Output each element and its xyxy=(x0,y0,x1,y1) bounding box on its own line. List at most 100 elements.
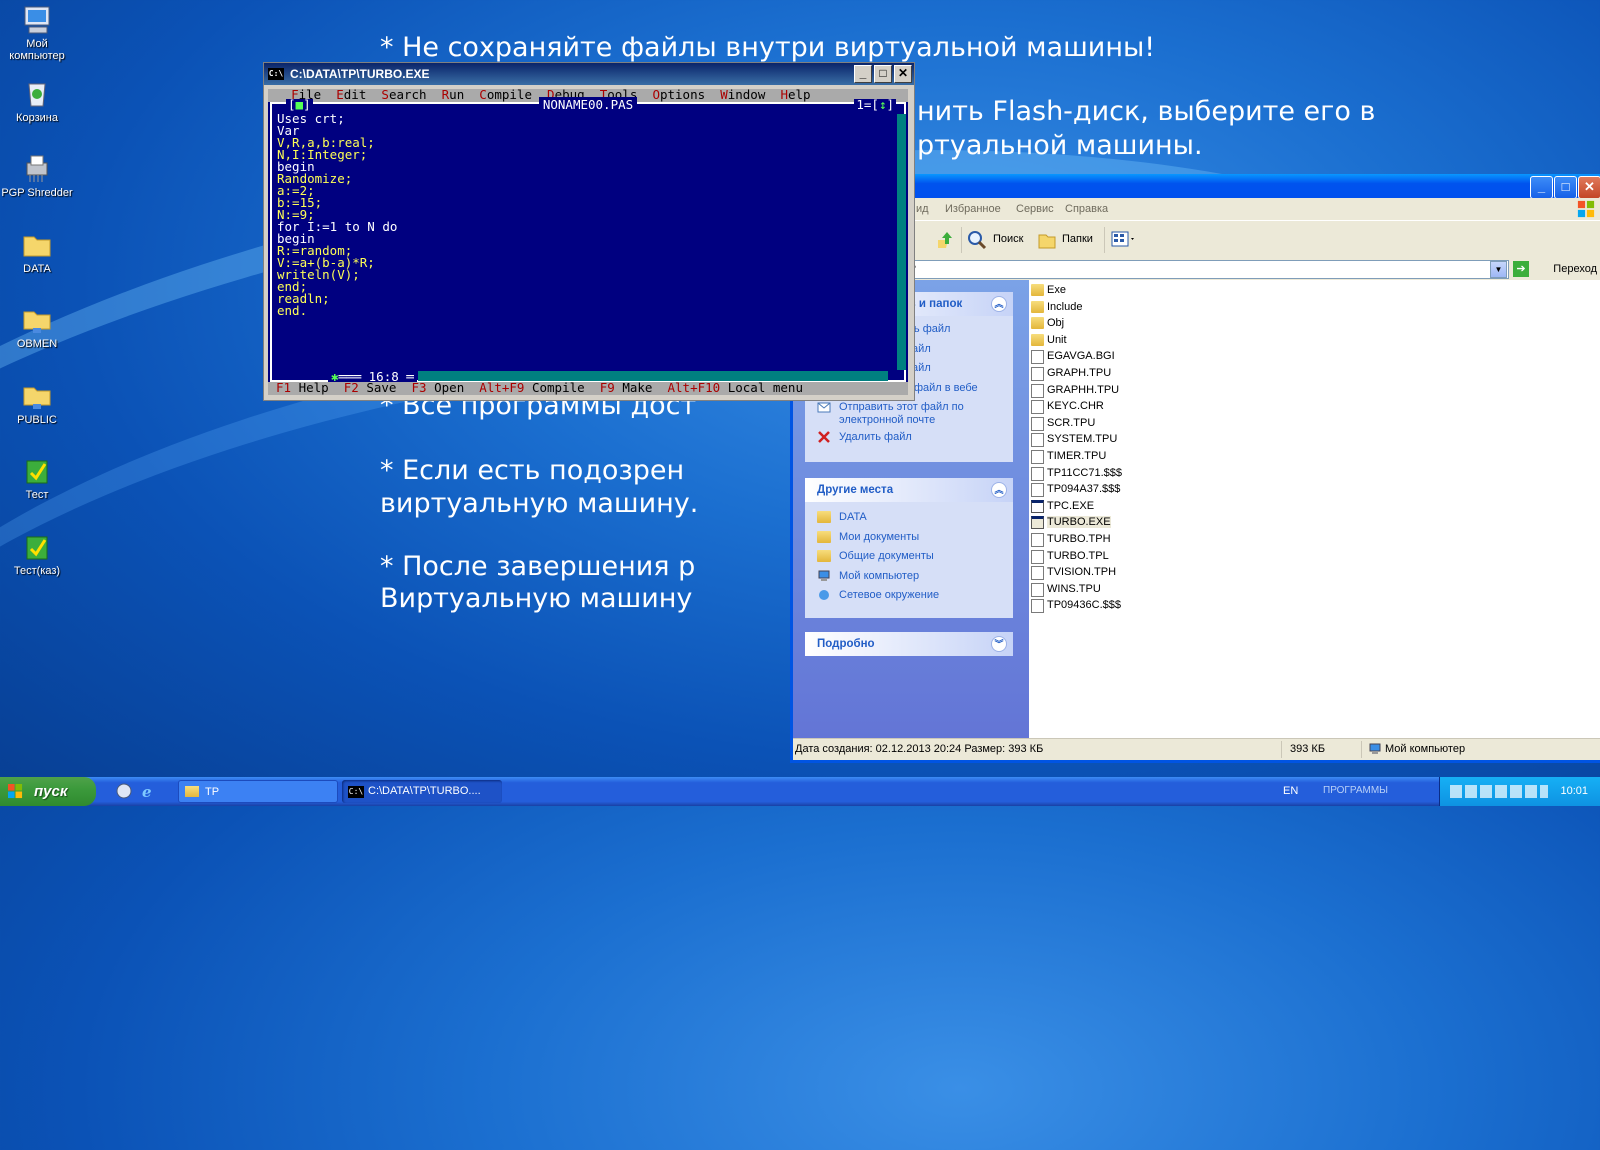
place-link-my-documents[interactable]: Мои документы xyxy=(805,528,1013,548)
other-places-panel: Другие места ︽ DATA Мои документы Общие д… xyxy=(805,478,1013,618)
turbo-titlebar[interactable]: C:\ C:\DATA\TP\TURBO.EXE _ □ ✕ xyxy=(264,63,914,85)
file-item[interactable]: SCR.TPU xyxy=(1029,415,1600,432)
show-desktop-icon[interactable] xyxy=(116,783,132,799)
dos-console[interactable]: File Edit Search Run Compile Debug Tools… xyxy=(268,88,908,395)
wallpaper-line: ртуальной машины. xyxy=(917,130,1203,161)
search-button[interactable]: Поиск xyxy=(993,233,1023,245)
file-icon xyxy=(1031,549,1044,564)
file-item[interactable]: WINS.TPU xyxy=(1029,581,1600,598)
desktop-icon-test-kaz[interactable]: Тест(каз) xyxy=(0,531,74,577)
collapse-icon[interactable]: ︽ xyxy=(991,482,1007,498)
place-link-shared-documents[interactable]: Общие документы xyxy=(805,547,1013,567)
go-button[interactable]: Переход xyxy=(1553,263,1597,275)
file-item[interactable]: Exe xyxy=(1029,282,1600,299)
file-item[interactable]: Obj xyxy=(1029,315,1600,332)
code-editor[interactable]: Uses crt; Var V,R,a,b:real; N,I:Integer; beg… xyxy=(277,112,397,317)
go-icon: ➔ xyxy=(1513,261,1529,277)
menu-item-help[interactable]: Справка xyxy=(1065,198,1108,220)
taskbar-button-turbo[interactable]: C:\ C:\DATA\TP\TURBO.... xyxy=(342,780,502,803)
desktop-icon-data[interactable]: DATA xyxy=(0,229,74,275)
file-item[interactable]: Unit xyxy=(1029,332,1600,349)
collapse-icon[interactable]: ︽ xyxy=(991,296,1007,312)
place-link-network[interactable]: Сетевое окружение xyxy=(805,586,1013,606)
details-header[interactable]: Подробно ︾ xyxy=(805,632,1013,656)
programs-toolbar[interactable]: ПРОГРАММЫ xyxy=(1323,785,1388,796)
internet-explorer-icon[interactable]: e xyxy=(140,783,156,799)
desktop-icon-my-computer[interactable]: Мой компьютер xyxy=(0,4,74,62)
file-item[interactable]: KEYC.CHR xyxy=(1029,398,1600,415)
file-item[interactable]: GRAPH.TPU xyxy=(1029,365,1600,382)
minimize-button[interactable]: _ xyxy=(1530,176,1553,199)
editor-close-button[interactable]: [■] xyxy=(286,98,313,111)
desktop-icon-recycle-bin[interactable]: Корзина xyxy=(0,78,74,124)
wallpaper-line: * Не сохраняйте файлы внутри виртуальной… xyxy=(380,32,1156,63)
file-item[interactable]: TURBO.TPH xyxy=(1029,531,1600,548)
vertical-scrollbar[interactable] xyxy=(897,114,906,370)
windows-logo-icon xyxy=(1577,200,1595,218)
console-icon: C:\ xyxy=(268,68,284,80)
file-item[interactable]: TURBO.TPL xyxy=(1029,548,1600,565)
desktop-icon-pgp-shredder[interactable]: PGP Shredder xyxy=(0,153,74,199)
turbo-status-item[interactable]: F2 Save xyxy=(344,380,397,395)
task-link-email[interactable]: Отправить этот файл по электронной почте xyxy=(805,398,1013,428)
file-item[interactable]: TP094A37.$$$ xyxy=(1029,481,1600,498)
file-item[interactable]: TIMER.TPU xyxy=(1029,448,1600,465)
folders-button[interactable]: Папки xyxy=(1062,233,1093,245)
folder-icon xyxy=(1031,333,1044,346)
tray-icons[interactable] xyxy=(1450,785,1548,798)
file-list[interactable]: Exe Include Obj Unit EGAVGA.BGI GRAPH.TPU GRAP… xyxy=(1029,280,1600,738)
task-link-delete[interactable]: Удалить файл xyxy=(805,428,1013,448)
close-button[interactable]: ✕ xyxy=(1578,176,1600,199)
file-icon xyxy=(1031,416,1044,431)
language-indicator[interactable]: EN xyxy=(1283,785,1298,797)
file-item[interactable]: GRAPHH.TPU xyxy=(1029,382,1600,399)
recycle-bin-icon xyxy=(28,83,46,107)
place-link-data[interactable]: DATA xyxy=(805,508,1013,528)
other-places-header[interactable]: Другие места ︽ xyxy=(805,478,1013,502)
file-icon xyxy=(1031,366,1044,381)
maximize-button[interactable]: □ xyxy=(1554,176,1577,199)
search-icon xyxy=(968,231,987,250)
file-item[interactable]: TP11CC71.$$$ xyxy=(1029,465,1600,482)
turbo-pascal-window[interactable]: C:\ C:\DATA\TP\TURBO.EXE _ □ ✕ File Edit… xyxy=(263,62,915,401)
file-icon xyxy=(1031,566,1044,581)
file-item[interactable]: TVISION.TPH xyxy=(1029,564,1600,581)
test-app-icon xyxy=(26,536,48,560)
file-icon xyxy=(1031,582,1044,597)
file-item[interactable]: SYSTEM.TPU xyxy=(1029,431,1600,448)
desktop-icon-label: Тест(каз) xyxy=(13,565,61,577)
expand-icon[interactable]: ︾ xyxy=(991,636,1007,652)
folders-icon xyxy=(1038,234,1056,249)
file-item[interactable]: TPC.EXE xyxy=(1029,498,1600,515)
taskbar-button-explorer[interactable]: TP xyxy=(178,780,338,803)
status-location: Мой компьютер xyxy=(1385,743,1466,755)
file-item[interactable]: Include xyxy=(1029,299,1600,316)
shared-documents-icon xyxy=(817,550,831,562)
turbo-status-item[interactable]: Alt+F10 Local menu xyxy=(668,380,803,395)
network-folder-icon xyxy=(23,387,51,409)
start-button[interactable]: пуск xyxy=(0,777,96,806)
menu-item-view[interactable]: ид xyxy=(916,198,929,220)
turbo-status-item[interactable]: F3 Open xyxy=(412,380,465,395)
file-item[interactable]: TP09436C.$$$ xyxy=(1029,597,1600,614)
turbo-status-item[interactable]: Alt+F9 Compile xyxy=(479,380,584,395)
turbo-status-item[interactable]: F9 Make xyxy=(600,380,653,395)
minimize-button[interactable]: _ xyxy=(854,65,872,83)
file-item[interactable]: TURBO.EXE xyxy=(1029,514,1600,531)
folder-icon xyxy=(1031,300,1044,313)
desktop-icon-public[interactable]: PUBLIC xyxy=(0,380,74,426)
menu-item-favorites[interactable]: Избранное xyxy=(945,198,1001,220)
file-item[interactable]: EGAVGA.BGI xyxy=(1029,348,1600,365)
up-folder-icon[interactable] xyxy=(935,230,955,250)
clock[interactable]: 10:01 xyxy=(1560,785,1588,797)
desktop-icon-obmen[interactable]: OBMEN xyxy=(0,304,74,350)
place-link-my-computer[interactable]: Мой компьютер xyxy=(805,567,1013,587)
views-icon[interactable] xyxy=(1111,230,1137,250)
menu-item-tools[interactable]: Сервис xyxy=(1016,198,1054,220)
turbo-status-item[interactable]: F1 Help xyxy=(276,380,329,395)
maximize-button[interactable]: □ xyxy=(874,65,892,83)
address-dropdown-icon[interactable]: ▼ xyxy=(1490,261,1507,278)
close-button[interactable]: ✕ xyxy=(894,65,912,83)
shredder-icon xyxy=(26,155,48,182)
desktop-icon-test[interactable]: Тест xyxy=(0,455,74,501)
